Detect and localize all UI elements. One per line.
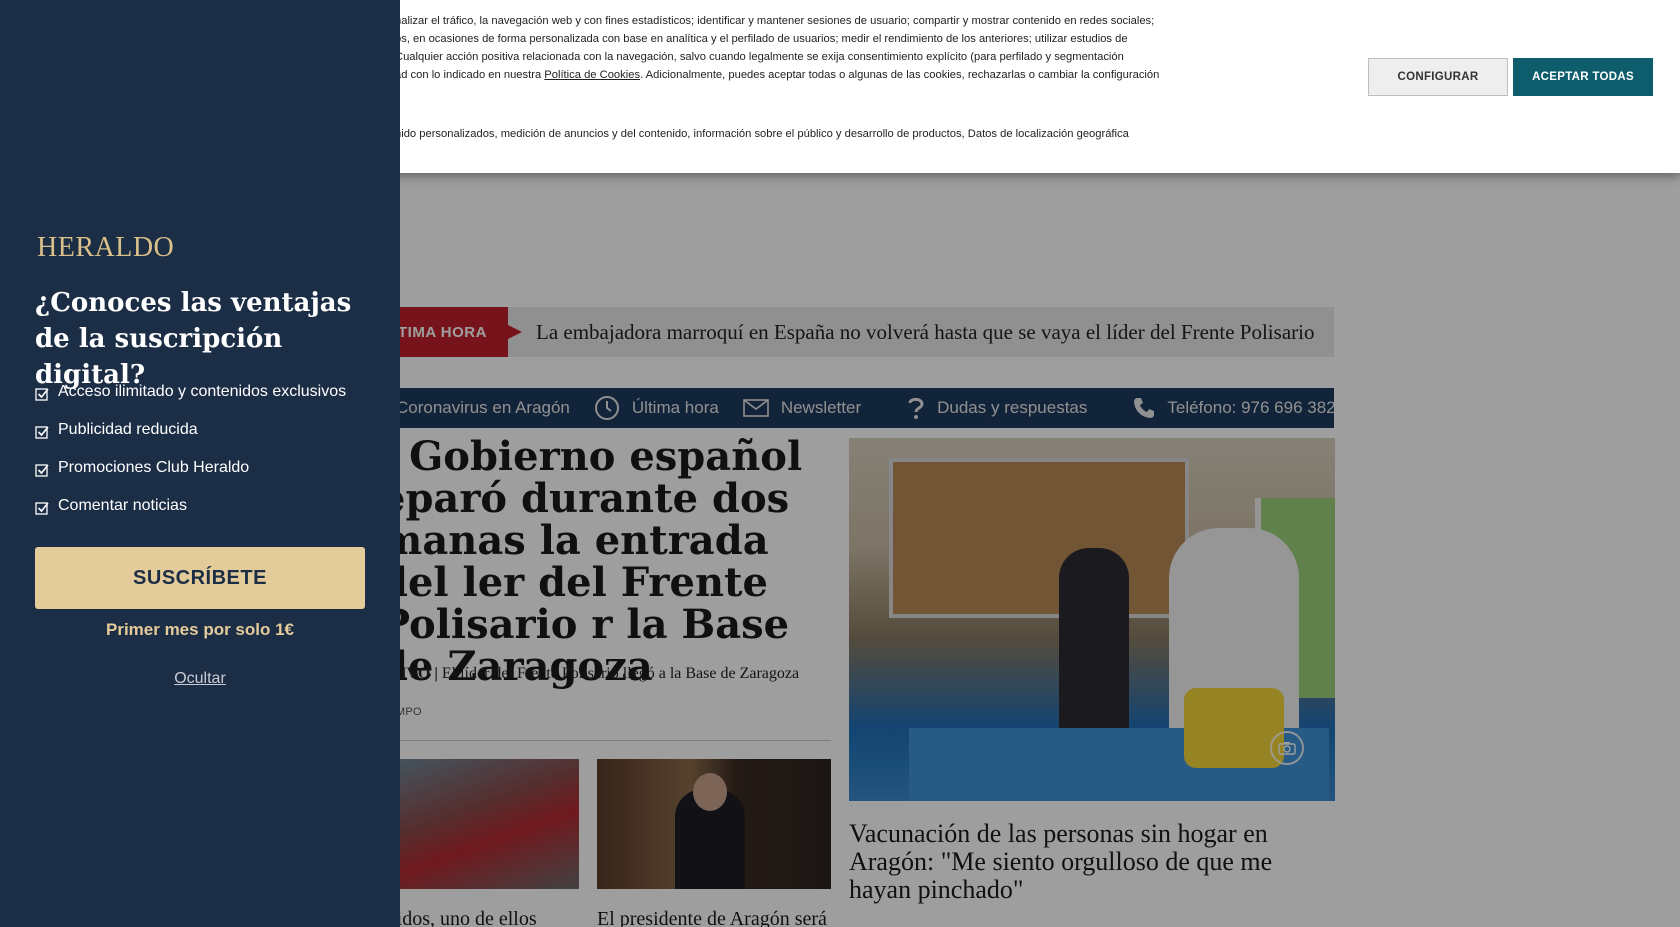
nav-item-label: Coronavirus en Aragón (396, 398, 570, 417)
photo-sharps-bin (1184, 688, 1284, 768)
benefit-item: Comentar noticias (35, 487, 346, 525)
checkbox-checked-icon (35, 501, 49, 515)
breaking-news-text[interactable]: La embajadora marroquí en España no volv… (536, 320, 1314, 345)
question-icon (908, 397, 924, 419)
cookie-text-line: Cualquier acción positiva relacionada co… (395, 51, 1124, 63)
benefit-label: Comentar noticias (58, 497, 187, 514)
clock-icon (594, 396, 619, 420)
benefit-item: Acceso ilimitado y contenidos exclusivos (35, 373, 346, 411)
checkbox-checked-icon (35, 463, 49, 477)
nav-item-label: Última hora (631, 398, 719, 417)
nav-item-label: Teléfono: 976 696 382 (1167, 398, 1336, 417)
teaser-title[interactable]: El presidente de Aragón será (597, 908, 827, 927)
cookie-text-line: nalizar el tráfico, la navegación web y … (395, 15, 1155, 27)
main-headline[interactable]: l Gobierno español eparó durante dos man… (380, 436, 830, 688)
cookie-text-fragment: . Adicionalmente, puedes aceptar todas o… (640, 69, 1160, 81)
cookie-purposes-line: nido personalizados, medición de anuncio… (395, 128, 1129, 140)
benefit-item: Promociones Club Heraldo (35, 449, 346, 487)
teaser-image-accident[interactable] (390, 759, 579, 889)
heraldo-logo: HERALDO (37, 232, 175, 263)
checkbox-checked-icon (35, 387, 49, 401)
teaser-image-president[interactable] (597, 759, 831, 889)
benefits-list: Acceso ilimitado y contenidos exclusivos… (35, 373, 346, 525)
photo-figure-head (693, 773, 727, 811)
breaking-news-bar[interactable]: TIMA HORA La embajadora marroquí en Espa… (380, 307, 1334, 357)
photo-corkboard (889, 458, 1189, 618)
nav-item-newsletter[interactable]: Newsletter (743, 398, 861, 418)
topics-navbar: Coronavirus en Aragón Última hora Newsle… (380, 388, 1336, 428)
benefit-label: Publicidad reducida (58, 421, 198, 438)
phone-icon (1134, 398, 1155, 418)
divider (380, 740, 831, 741)
main-kicker[interactable]: USIVO | El líder del Frente Polisario ll… (380, 665, 799, 683)
hide-panel-link[interactable]: Ocultar (35, 670, 365, 688)
configure-cookies-button[interactable]: CONFIGURAR (1368, 58, 1508, 96)
subscription-panel: HERALDO ¿Conoces las ventajas de la susc… (0, 0, 400, 927)
checkbox-checked-icon (35, 425, 49, 439)
nav-item-label: Newsletter (780, 398, 862, 417)
benefit-label: Acceso ilimitado y contenidos exclusivos (58, 383, 347, 400)
kicker-text: El líder del Frente Polisario llegó a la… (437, 665, 800, 682)
benefit-label: Promociones Club Heraldo (58, 459, 250, 476)
cookie-policy-link[interactable]: Política de Cookies (544, 69, 640, 81)
mail-icon (743, 399, 769, 417)
accept-all-cookies-button[interactable]: ACEPTAR TODAS (1513, 58, 1653, 96)
nav-item-label: Dudas y respuestas (937, 398, 1088, 417)
cookie-text-line: ad con lo indicado en nuestra Política d… (395, 69, 1159, 81)
nav-item-telefono[interactable]: Teléfono: 976 696 382 (1133, 397, 1336, 419)
teaser-title[interactable]: ridos, uno de ellos (390, 908, 537, 927)
promo-text: Primer mes por solo 1€ (105, 620, 295, 639)
camera-icon[interactable] (1270, 731, 1304, 765)
nav-item-ultima-hora[interactable]: Última hora (594, 395, 719, 421)
cookie-text-fragment: ad con lo indicado en nuestra (395, 69, 545, 81)
nav-item-dudas[interactable]: Dudas y respuestas (907, 396, 1087, 420)
benefit-item: Publicidad reducida (35, 411, 346, 449)
nav-item-coronavirus[interactable]: Coronavirus en Aragón (396, 398, 570, 418)
vaccination-photo[interactable] (849, 438, 1335, 801)
photo-story-title[interactable]: Vacunación de las personas sin hogar en … (849, 820, 1335, 904)
subscribe-button[interactable]: SUSCRÍBETE (35, 547, 365, 609)
cookie-text-line: os, en ocasiones de forma personalizada … (395, 33, 1128, 45)
